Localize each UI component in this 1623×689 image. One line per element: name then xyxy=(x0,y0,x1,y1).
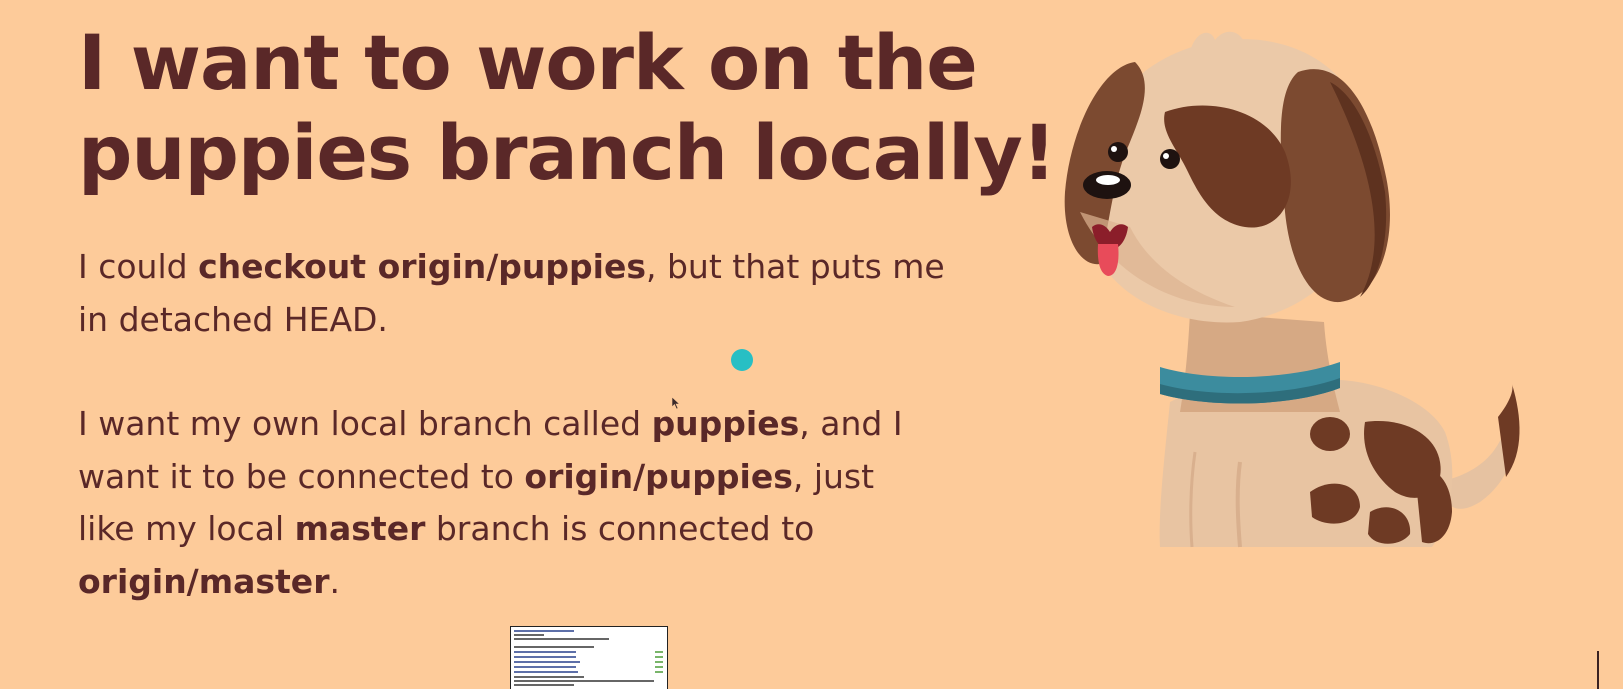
text-run: want it to be connected to xyxy=(78,456,525,496)
text-run: , and I xyxy=(799,404,903,443)
text-run: branch is connected to xyxy=(425,509,815,548)
terminal-line xyxy=(514,676,584,678)
paragraph-local-branch-line-3: like my local master branch is connected… xyxy=(78,503,903,556)
text-run: . xyxy=(329,561,340,601)
bold-command-text: checkout origin/puppies xyxy=(198,247,646,286)
terminal-line xyxy=(655,651,663,653)
puppy-illustration xyxy=(1064,31,1520,548)
terminal-thumbnail xyxy=(510,626,668,689)
paragraph-local-branch-line-4: origin/master. xyxy=(78,556,903,609)
bold-branch-name: origin/puppies xyxy=(524,456,793,496)
terminal-line xyxy=(514,651,576,653)
terminal-line xyxy=(514,684,574,686)
divider xyxy=(1597,651,1599,689)
text-run: I could xyxy=(78,247,199,286)
terminal-line xyxy=(514,656,576,658)
terminal-line xyxy=(655,661,663,663)
paragraph-checkout-line-2: in detached HEAD. xyxy=(78,299,388,339)
terminal-line xyxy=(514,671,578,673)
paragraph-checkout-line-1: I could checkout origin/puppies, but tha… xyxy=(78,241,945,294)
paragraph-local-branch: I want my own local branch called puppie… xyxy=(78,398,903,608)
terminal-line xyxy=(655,656,663,658)
slide-title: I want to work on the puppies branch loc… xyxy=(78,18,1056,198)
bold-branch-name: master xyxy=(294,509,426,548)
slide-title-line-1: I want to work on the xyxy=(78,18,978,107)
terminal-line xyxy=(655,666,663,668)
presentation-slide: I want to work on the puppies branch loc… xyxy=(0,0,1623,689)
paragraph-local-branch-line-1: I want my own local branch called puppie… xyxy=(78,398,903,451)
terminal-line xyxy=(514,638,609,640)
bold-branch-name: origin/master xyxy=(78,561,330,601)
terminal-line xyxy=(655,671,663,673)
paragraph-local-branch-line-2: want it to be connected to origin/puppie… xyxy=(78,451,903,504)
terminal-line xyxy=(514,630,574,632)
terminal-line xyxy=(514,666,576,668)
terminal-line xyxy=(514,680,654,682)
mouse-cursor-icon xyxy=(671,396,681,410)
laser-pointer-dot xyxy=(731,349,753,371)
terminal-line xyxy=(514,661,580,663)
text-run: , but that puts me xyxy=(646,247,945,286)
text-run: like my local xyxy=(78,509,295,548)
slide-title-line-2: puppies branch locally! xyxy=(78,108,1056,197)
text-run: I want my own local branch called xyxy=(78,404,652,443)
terminal-line xyxy=(514,634,544,636)
terminal-line xyxy=(514,646,594,648)
paragraph-checkout: I could checkout origin/puppies, but tha… xyxy=(78,241,945,346)
text-run: , just xyxy=(792,456,875,496)
